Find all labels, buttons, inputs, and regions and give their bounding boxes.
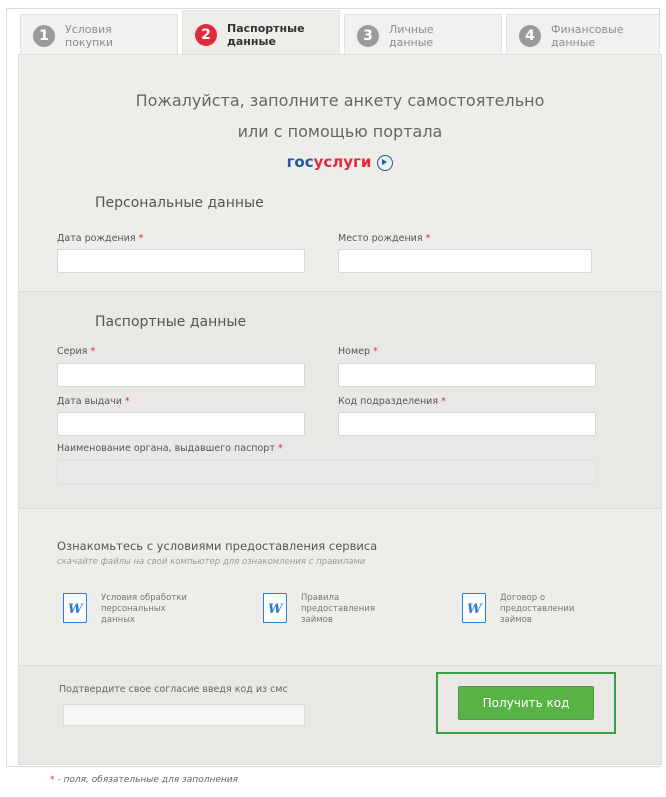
tab-label: Личные данные (389, 22, 434, 49)
word-document-icon: W (263, 593, 287, 623)
terms-subheading: скачайте файлы на свой компьютер для озн… (57, 557, 366, 567)
gosuslugi-logo-part1: гос (286, 153, 314, 171)
dept-code-input[interactable] (338, 412, 596, 436)
doc-label: Условия обработки персональных данных (101, 593, 187, 625)
personal-section: Пожалуйста, заполните анкету самостоятел… (19, 55, 661, 291)
birth-place-label: Место рождения * (338, 233, 431, 244)
tab-purchase-terms[interactable]: 1 Условия покупки (20, 14, 178, 56)
sms-section: Подтвердите свое согласие введя код из с… (19, 665, 661, 764)
tab-financial-data[interactable]: 4 Финансовые данные (506, 14, 660, 56)
issuer-input[interactable] (57, 460, 597, 484)
doc-label: Договор о предоставлении займов (500, 593, 575, 625)
tab-label: Финансовые данные (551, 22, 624, 49)
tab-passport-data[interactable]: 2 Паспортные данные (182, 10, 340, 58)
tab-label: Условия покупки (65, 22, 114, 49)
step-number: 3 (357, 24, 379, 47)
tab-personal-data[interactable]: 3 Личные данные (344, 14, 502, 56)
arrow-right-icon (377, 154, 394, 171)
issuer-label: Наименование органа, выдавшего паспорт * (57, 443, 283, 454)
highlight-frame: Получить код (436, 672, 616, 734)
form-panel: Пожалуйста, заполните анкету самостоятел… (18, 54, 662, 765)
step-number: 4 (519, 24, 541, 47)
tab-label: Паспортные данные (227, 21, 305, 48)
series-label: Серия * (57, 346, 96, 357)
doc-loan-agreement[interactable]: W Договор о предоставлении займов (462, 593, 592, 626)
section-title-personal: Персональные данные (95, 195, 264, 211)
section-title-passport: Паспортные данные (95, 314, 247, 330)
gosuslugi-link[interactable]: госуслуги (19, 153, 661, 171)
intro-line-2: или с помощью портала (237, 122, 443, 141)
word-document-icon: W (63, 593, 87, 623)
dept-code-label: Код подразделения * (338, 396, 446, 407)
doc-data-processing[interactable]: W Условия обработки персональных данных (63, 593, 193, 626)
issue-date-label: Дата выдачи * (57, 396, 130, 407)
birth-date-label: Дата рождения * (57, 233, 144, 244)
number-input[interactable] (338, 363, 596, 387)
step-number: 1 (33, 24, 55, 47)
doc-label: Правила предоставления займов (301, 593, 375, 625)
word-document-icon: W (462, 593, 486, 623)
birth-date-input[interactable] (57, 249, 305, 273)
issue-date-input[interactable] (57, 412, 305, 436)
sms-label: Подтвердите свое согласие введя код из с… (59, 684, 288, 695)
step-tabs: 1 Условия покупки 2 Паспортные данные 3 … (20, 10, 660, 58)
number-label: Номер * (338, 346, 378, 357)
series-input[interactable] (57, 363, 305, 387)
passport-section: Паспортные данные Серия * Номер * Дата в… (19, 291, 661, 508)
get-code-button[interactable]: Получить код (458, 686, 594, 720)
step-number: 2 (195, 23, 217, 46)
intro-line-1: Пожалуйста, заполните анкету самостоятел… (135, 91, 545, 110)
gosuslugi-logo-part2: услуги (313, 153, 372, 171)
sms-code-input[interactable] (63, 704, 305, 726)
terms-heading: Ознакомьтесь с условиями предоставления … (57, 539, 378, 553)
terms-section: Ознакомьтесь с условиями предоставления … (19, 508, 661, 665)
doc-loan-rules[interactable]: W Правила предоставления займов (263, 593, 393, 626)
birth-place-input[interactable] (338, 249, 592, 273)
required-footnote: * - поля, обязательные для заполнения (50, 775, 239, 785)
